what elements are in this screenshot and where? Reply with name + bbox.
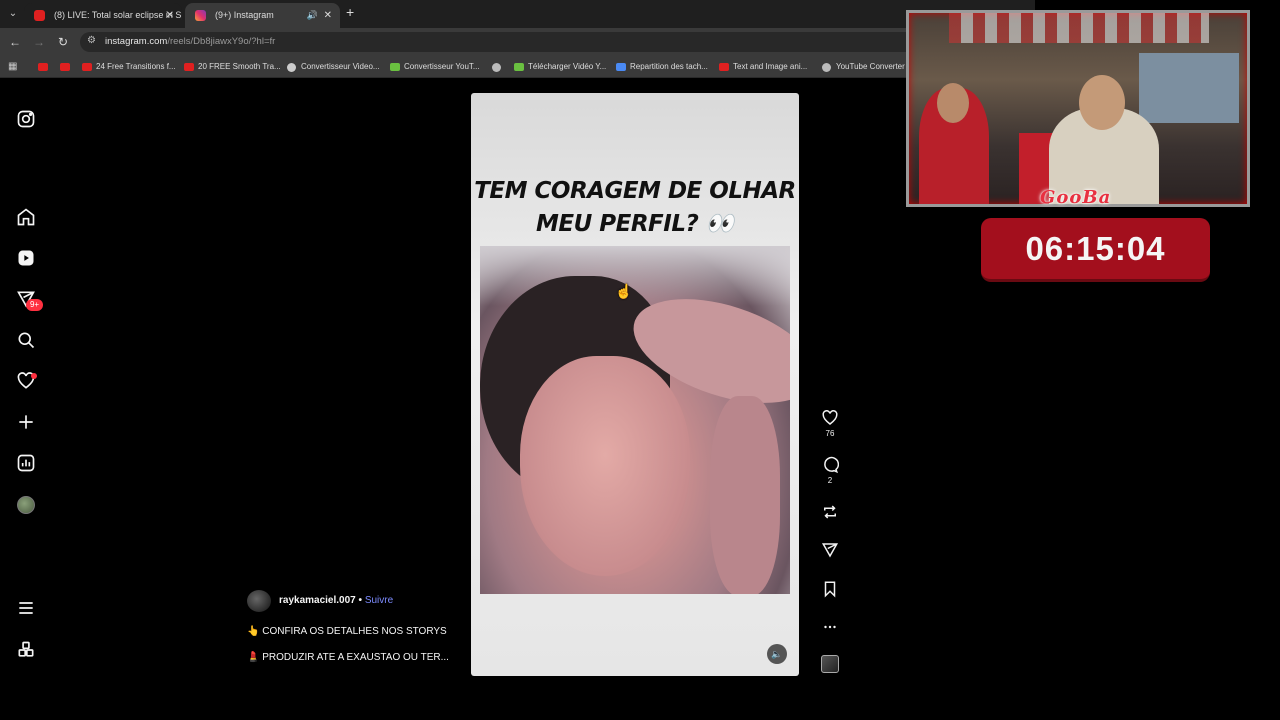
bookmark-item[interactable]: Convertisseur Video... xyxy=(287,60,380,74)
reel-caption: TEM CORAGEM DE OLHAR MEU PERFIL? 👀 xyxy=(474,178,796,237)
comment-icon xyxy=(824,456,839,474)
reel-photo xyxy=(480,246,790,594)
tab-strip: ⌄ (8) LIVE: Total solar eclipse in Sp ✕ … xyxy=(0,0,1035,28)
bookmark-youtube-2[interactable] xyxy=(60,60,74,74)
audio-thumbnail[interactable] xyxy=(821,655,839,673)
apps-icon[interactable] xyxy=(16,640,36,660)
url-text: instagram.com/reels/Db8jiawxY9o/?hl=fr xyxy=(105,36,276,47)
bookmark-youtube-1[interactable] xyxy=(38,60,52,74)
converter-icon xyxy=(390,63,400,71)
bookmark-item[interactable]: 20 FREE Smooth Tra... xyxy=(184,60,281,74)
tab-title: (9+) Instagram xyxy=(215,10,274,20)
like-count: 76 xyxy=(825,429,835,438)
site-info-icon[interactable]: ⚙ xyxy=(87,35,96,46)
youtube-icon xyxy=(719,63,729,71)
activity-dot xyxy=(31,373,37,379)
author-line: raykamaciel.007 • Suivre xyxy=(279,595,393,606)
description-line[interactable]: 💄 PRODUZIR ATE A EXAUSTAO OU TER... xyxy=(247,652,449,663)
notifications-badge: 9+ xyxy=(26,299,43,311)
description-line[interactable]: 👆 CONFIRA OS DETALHES NOS STORYS xyxy=(247,626,447,637)
repost-button[interactable] xyxy=(816,503,844,521)
tab-search-icon[interactable]: ⌄ xyxy=(6,7,20,21)
instagram-logo-icon[interactable] xyxy=(16,109,36,129)
streamer-logo: GooBa xyxy=(1040,187,1112,208)
browser-window: ⌄ (8) LIVE: Total solar eclipse in Sp ✕ … xyxy=(0,0,1035,690)
heart-icon xyxy=(822,410,838,425)
bookmark-item[interactable]: Text and Image ani... xyxy=(719,60,807,74)
follow-button[interactable]: Suivre xyxy=(365,595,393,606)
more-icon xyxy=(824,625,836,629)
stream-timer: 06:15:04 xyxy=(981,218,1210,282)
docs-icon xyxy=(616,63,626,71)
bookmark-item[interactable]: Repartition des tach... xyxy=(616,60,708,74)
download-icon xyxy=(514,63,524,71)
globe-icon xyxy=(822,63,831,72)
google-icon xyxy=(287,63,296,72)
repost-icon xyxy=(824,505,836,519)
home-icon[interactable] xyxy=(16,207,36,227)
search-icon[interactable] xyxy=(16,330,36,350)
reload-icon[interactable]: ↻ xyxy=(55,34,71,50)
navigation-bar: ← → ↻ ⚙ instagram.com/reels/Db8jiawxY9o/… xyxy=(0,28,1035,56)
tab-instagram[interactable]: (9+) Instagram 🔊 ✕ xyxy=(185,3,340,28)
save-button[interactable] xyxy=(816,580,844,598)
tab-youtube-live[interactable]: (8) LIVE: Total solar eclipse in Sp ✕ xyxy=(24,3,182,28)
bookmark-item[interactable] xyxy=(492,60,506,74)
separator-dot: • xyxy=(358,595,363,606)
more-options-button[interactable] xyxy=(816,618,844,636)
back-icon[interactable]: ← xyxy=(7,34,23,50)
speaker-icon[interactable]: 🔊 xyxy=(307,3,318,28)
youtube-favicon-icon xyxy=(34,10,45,21)
youtube-icon xyxy=(38,63,48,71)
author-username[interactable]: raykamaciel.007 xyxy=(279,595,356,606)
create-plus-icon[interactable] xyxy=(16,412,36,432)
author-avatar[interactable] xyxy=(247,590,271,612)
reel-video[interactable]: TEM CORAGEM DE OLHAR MEU PERFIL? 👀 ☝ 🔈 xyxy=(471,93,799,676)
bookmark-item[interactable]: Télécharger Vidéo Y... xyxy=(514,60,606,74)
instagram-favicon-icon xyxy=(195,10,206,21)
address-bar[interactable]: ⚙ instagram.com/reels/Db8jiawxY9o/?hl=fr xyxy=(80,32,980,52)
bookmarks-bar: ▦ 24 Free Transitions f... 20 FREE Smoot… xyxy=(0,56,1035,78)
reels-icon[interactable] xyxy=(16,248,36,268)
instagram-page: 9+ TEM CORAGEM DE OLHAR MEU PERFIL? 👀 ☝ … xyxy=(0,79,1035,690)
bookmark-item[interactable]: YouTube Converter xyxy=(822,60,905,74)
comment-button[interactable]: 2 xyxy=(816,456,844,485)
youtube-icon xyxy=(82,63,92,71)
bookmark-item[interactable]: 24 Free Transitions f... xyxy=(82,60,176,74)
sound-toggle-icon[interactable]: 🔈 xyxy=(767,644,787,664)
bookmark-icon xyxy=(824,581,836,598)
close-tab-icon[interactable]: ✕ xyxy=(166,3,174,28)
dashboard-icon[interactable] xyxy=(16,453,36,473)
youtube-icon xyxy=(184,63,194,71)
tab-title: (8) LIVE: Total solar eclipse in Sp xyxy=(54,10,182,20)
like-button[interactable]: 76 xyxy=(816,409,844,438)
menu-icon[interactable] xyxy=(16,598,36,618)
globe-icon xyxy=(492,63,501,72)
instagram-sidebar: 9+ xyxy=(0,79,52,690)
send-icon xyxy=(821,543,839,558)
close-tab-icon[interactable]: ✕ xyxy=(324,3,332,28)
new-tab-button[interactable]: + xyxy=(346,4,354,20)
forward-icon[interactable]: → xyxy=(31,34,47,50)
youtube-icon xyxy=(60,63,70,71)
comment-count: 2 xyxy=(827,476,833,485)
bookmark-item[interactable]: Convertisseur YouT... xyxy=(390,60,480,74)
profile-avatar[interactable] xyxy=(17,496,35,514)
hand-cursor-icon: ☝ xyxy=(615,283,633,299)
apps-grid-icon[interactable]: ▦ xyxy=(8,61,19,72)
share-button[interactable] xyxy=(816,541,844,559)
webcam-overlay xyxy=(906,10,1250,207)
